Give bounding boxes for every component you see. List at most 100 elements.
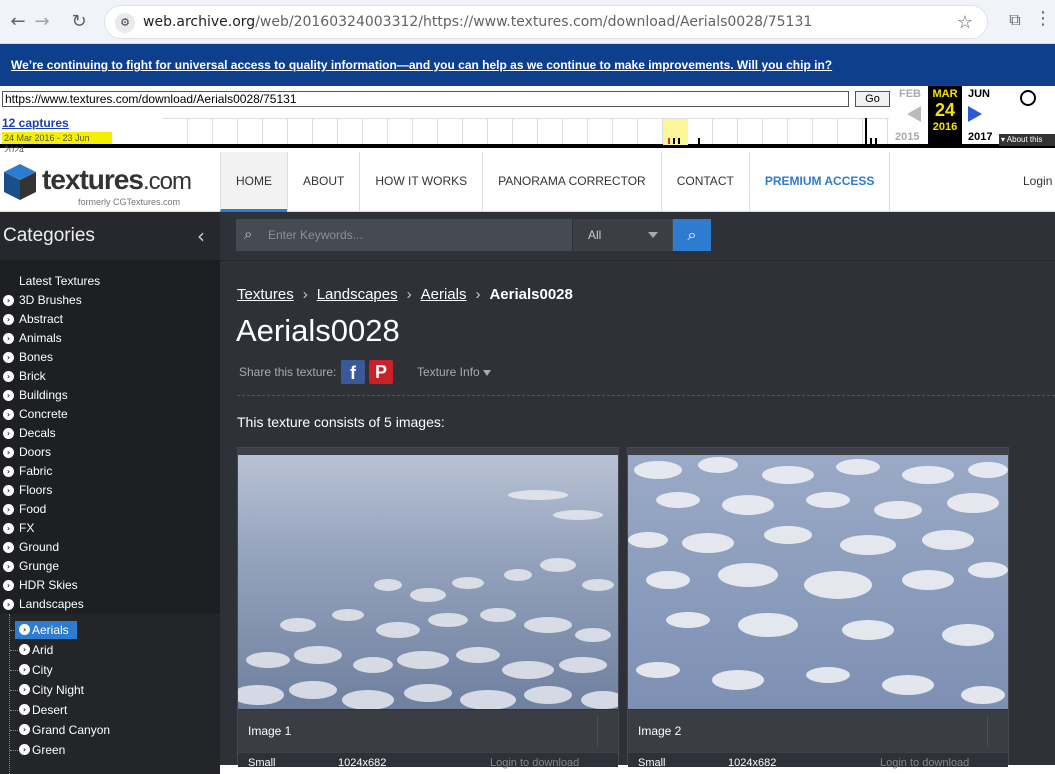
image-card: Image 1 Small 1024x682 Login to download	[237, 447, 619, 769]
caret-down-icon	[482, 369, 491, 376]
next-capture-icon[interactable]	[968, 106, 982, 122]
subcategory-list: › Aerials › Arid › City › City Night › Desert…	[0, 614, 220, 774]
category-item[interactable]: › FX	[0, 519, 220, 538]
category-item[interactable]: › Brick	[0, 367, 220, 386]
category-label: Fabric	[19, 464, 53, 478]
site-logo[interactable]: textures.com formerly CGTextures.com	[2, 160, 212, 208]
next-year[interactable]: 2017	[968, 131, 992, 143]
category-item[interactable]: › Abstract	[0, 310, 220, 329]
divider	[220, 260, 1055, 261]
search-button[interactable]: ⌕	[673, 219, 711, 251]
chevron-right-icon: ›	[3, 580, 14, 591]
breadcrumb-link[interactable]: Textures	[237, 286, 294, 303]
collapse-chevron-icon[interactable]: ‹	[197, 224, 205, 248]
subcategory-item-aerials[interactable]: › Aerials	[0, 620, 220, 640]
captures-link[interactable]: 12 captures	[2, 116, 69, 130]
category-item[interactable]: › Concrete	[0, 405, 220, 424]
bookmark-star-icon[interactable]: ☆	[957, 12, 973, 33]
wayback-go-button[interactable]: Go	[855, 91, 890, 107]
divider	[987, 716, 988, 746]
latest-textures-link[interactable]: Latest Textures	[0, 272, 220, 291]
category-item[interactable]: › 3D Brushes	[0, 291, 220, 310]
texture-info-label: Texture Info	[417, 365, 480, 379]
logo-word: textures	[42, 164, 144, 195]
site-info-icon[interactable]: ⚙	[115, 13, 135, 33]
donation-link[interactable]: We’re continuing to fight for universal …	[11, 58, 832, 72]
subcategory-item[interactable]: › Arid	[0, 640, 220, 660]
reload-icon[interactable]: ↻	[65, 8, 93, 36]
download-link[interactable]: Login to download	[490, 757, 579, 769]
image-size: Small	[638, 757, 666, 769]
capture-sparkline[interactable]	[163, 118, 889, 145]
category-label: Abstract	[19, 312, 64, 326]
current-capture-date: MAR 24 2016	[928, 86, 962, 144]
subcategory-item[interactable]: › Grand Canyon	[0, 720, 220, 740]
prev-capture-icon[interactable]	[907, 106, 921, 122]
category-item[interactable]: › Animals	[0, 329, 220, 348]
caret-down-icon	[648, 232, 658, 238]
texture-info-toggle[interactable]: Texture Info	[417, 365, 491, 379]
category-sidebar: Categories ‹ Latest Textures › 3D Brushes…	[0, 212, 220, 774]
subcategory-item[interactable]: › Desert	[0, 700, 220, 720]
image-size: Small	[248, 757, 276, 769]
category-label: Food	[19, 502, 47, 516]
search-category-select[interactable]: All	[572, 219, 672, 251]
breadcrumb-link[interactable]: Aerials	[421, 286, 467, 303]
category-label: 3D Brushes	[19, 293, 82, 307]
address-bar[interactable]: ⚙ web.archive.org/web/20160324003312/htt…	[104, 5, 988, 39]
current-month: MAR	[932, 88, 958, 100]
download-link[interactable]: Login to download	[880, 757, 969, 769]
category-item[interactable]: › Grunge	[0, 557, 220, 576]
donation-banner: We’re continuing to fight for universal …	[0, 44, 1055, 86]
search-icon: ⌕	[244, 225, 253, 243]
about-capture-button[interactable]: ▾ About this	[999, 134, 1055, 146]
search-input[interactable]	[268, 226, 568, 244]
category-item[interactable]: › Decals	[0, 424, 220, 443]
pinterest-share-icon[interactable]: P	[369, 360, 393, 384]
category-item[interactable]: › Fabric	[0, 462, 220, 481]
site-header: textures.com formerly CGTextures.com HOM…	[0, 152, 1055, 212]
extensions-icon[interactable]: ⧉	[1004, 10, 1026, 32]
chevron-right-icon: ›	[19, 624, 30, 635]
category-item[interactable]: › Doors	[0, 443, 220, 462]
subcategory-item[interactable]: › City Night	[0, 680, 220, 700]
category-item[interactable]: › Floors	[0, 481, 220, 500]
chevron-right-icon: ›	[3, 542, 14, 553]
category-label: FX	[19, 521, 35, 535]
capture-date-range: 24 Mar 2016 - 23 Jun 2024	[2, 132, 112, 155]
facebook-share-icon[interactable]: f	[341, 360, 365, 384]
nav-home[interactable]: HOME	[220, 152, 287, 212]
prev-month[interactable]: FEB	[899, 88, 921, 100]
forward-icon[interactable]: →	[28, 8, 56, 36]
divider	[597, 716, 598, 746]
nav-contact[interactable]: CONTACT	[660, 152, 749, 212]
texture-thumbnail[interactable]	[238, 455, 618, 709]
nav-panorama-corrector[interactable]: PANORAMA CORRECTOR	[482, 152, 661, 212]
subcategory-item[interactable]: › City	[0, 660, 220, 680]
subcategory-item[interactable]: › Green	[0, 740, 220, 760]
prev-year[interactable]: 2015	[895, 131, 919, 143]
chevron-right-icon: ›	[3, 295, 14, 306]
category-item-landscapes[interactable]: › Landscapes	[0, 595, 220, 614]
select-value: All	[588, 228, 602, 242]
about-label: About this	[1006, 135, 1043, 144]
category-item[interactable]: › Buildings	[0, 386, 220, 405]
nav-premium-access[interactable]: PREMIUM ACCESS	[748, 152, 891, 212]
category-item[interactable]: › Ground	[0, 538, 220, 557]
category-label: Buildings	[19, 388, 68, 402]
wayback-url-input[interactable]: https://www.textures.com/download/Aerial…	[2, 91, 849, 107]
next-month[interactable]: JUN	[968, 88, 990, 100]
nav-how-it-works[interactable]: HOW IT WORKS	[359, 152, 482, 212]
breadcrumb-link[interactable]: Landscapes	[317, 286, 398, 303]
user-icon[interactable]	[1020, 90, 1036, 106]
texture-thumbnail[interactable]	[628, 455, 1008, 709]
category-item[interactable]: › Food	[0, 500, 220, 519]
category-label: Brick	[19, 369, 46, 383]
address-url[interactable]: web.archive.org/web/20160324003312/https…	[143, 14, 812, 30]
browser-menu-icon[interactable]: ⋮	[1034, 8, 1052, 29]
sparkline-bar	[673, 138, 675, 144]
category-item[interactable]: › Bones	[0, 348, 220, 367]
nav-about[interactable]: ABOUT	[287, 152, 359, 212]
login-link[interactable]: Login	[1023, 174, 1052, 188]
category-item[interactable]: › HDR Skies	[0, 576, 220, 595]
